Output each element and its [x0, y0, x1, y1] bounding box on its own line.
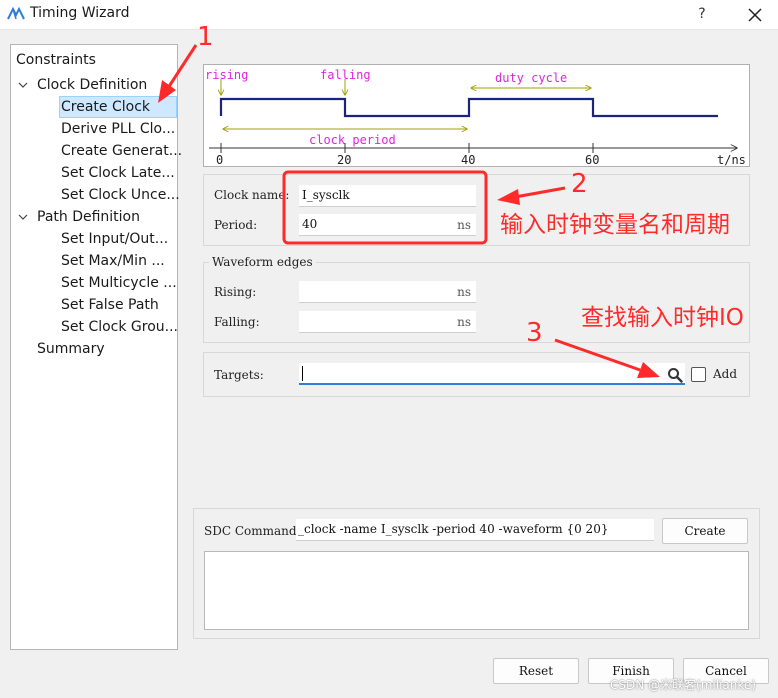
timing-wizard-icon	[7, 7, 25, 20]
clock-waveform	[219, 97, 718, 118]
falling-edge-input[interactable]: ns	[299, 311, 476, 333]
sdc-command-value: _clock -name I_sysclk -period 40 -wavefo…	[298, 522, 609, 536]
tree-item-path-definition[interactable]: Path Definition	[37, 206, 140, 228]
tree-item-derive-pll-clocks[interactable]: Derive PLL Clo...	[61, 118, 175, 140]
navigation-tree: Constraints Clock Definition Create Cloc…	[10, 44, 182, 650]
tree-item-set-input-output-delay[interactable]: Set Input/Out...	[61, 228, 168, 250]
help-button[interactable]: ?	[690, 2, 714, 26]
tree-item-set-clock-groups[interactable]: Set Clock Grou...	[61, 316, 178, 338]
axis-unit-label: t/ns	[717, 153, 746, 166]
rising-edge-unit: ns	[457, 285, 471, 299]
targets-label: Targets:	[214, 368, 264, 382]
rising-edge-label: Rising:	[214, 285, 257, 299]
close-icon[interactable]	[744, 4, 766, 26]
tree-item-clock-definition[interactable]: Clock Definition	[37, 74, 147, 96]
duty-cycle-label: duty cycle	[495, 71, 567, 85]
tick-label: 20	[337, 153, 351, 166]
tick-label: 0	[216, 153, 223, 166]
period-label: Period:	[214, 218, 258, 232]
sdc-command-label: SDC Command:	[204, 524, 301, 538]
rising-edge-input[interactable]: ns	[299, 281, 476, 303]
create-button[interactable]: Create	[662, 518, 748, 544]
annotation-number-3: 3	[526, 318, 543, 348]
falling-label: falling	[320, 68, 371, 82]
tick-label: 40	[461, 153, 475, 166]
watermark: CSDN @米联客(milianke)	[610, 678, 756, 692]
tree-root-constraints[interactable]: Constraints	[16, 49, 96, 71]
clock-name-input[interactable]: I_sysclk	[299, 185, 476, 207]
falling-edge-label: Falling:	[214, 315, 260, 329]
tree-item-set-false-path[interactable]: Set False Path	[61, 294, 159, 316]
waveform-edges-title: Waveform edges	[209, 255, 316, 269]
tree-item-create-generated-clock[interactable]: Create Generat...	[61, 140, 182, 162]
add-checkbox-label[interactable]: Add	[713, 367, 737, 381]
title-bar: Timing Wizard ?	[0, 0, 778, 30]
tree-item-set-multicycle-path[interactable]: Set Multicycle ...	[61, 272, 177, 294]
add-checkbox[interactable]	[691, 367, 706, 382]
search-icon[interactable]	[667, 367, 683, 383]
tree-item-set-max-min-delay[interactable]: Set Max/Min ...	[61, 250, 165, 272]
clock-name-label: Clock name:	[214, 188, 290, 202]
clock-name-value: I_sysclk	[302, 188, 350, 202]
sdc-command-input[interactable]: _clock -name I_sysclk -period 40 -wavefo…	[296, 519, 654, 541]
chevron-down-icon[interactable]	[17, 79, 29, 91]
period-input[interactable]: 40 ns	[299, 214, 476, 236]
waveform-diagram: rising falling duty cycle clock period 0…	[203, 64, 750, 167]
sdc-output-area[interactable]	[204, 551, 749, 630]
chevron-down-icon[interactable]	[17, 211, 29, 223]
window-title: Timing Wizard	[30, 5, 130, 21]
annotation-number-1: 1	[197, 22, 214, 52]
period-unit: ns	[457, 218, 471, 232]
targets-input[interactable]	[299, 363, 685, 385]
falling-edge-unit: ns	[457, 315, 471, 329]
rising-label: rising	[205, 68, 248, 82]
annotation-text-3: 查找输入时钟IO	[581, 305, 744, 331]
period-value: 40	[302, 217, 318, 231]
tree-item-create-clock[interactable]: Create Clock	[59, 96, 177, 118]
tick-label: 60	[585, 153, 599, 166]
annotation-number-2: 2	[571, 169, 588, 199]
annotation-text-2: 输入时钟变量名和周期	[500, 212, 730, 238]
waveform-svg: rising falling duty cycle clock period 0…	[205, 68, 746, 167]
tree-item-set-clock-uncertainty[interactable]: Set Clock Unce...	[61, 184, 180, 206]
tree-item-summary[interactable]: Summary	[37, 338, 105, 360]
clock-period-label: clock period	[309, 133, 396, 147]
text-cursor	[302, 366, 303, 381]
tree-item-set-clock-latency[interactable]: Set Clock Late...	[61, 162, 175, 184]
reset-button[interactable]: Reset	[493, 658, 579, 684]
